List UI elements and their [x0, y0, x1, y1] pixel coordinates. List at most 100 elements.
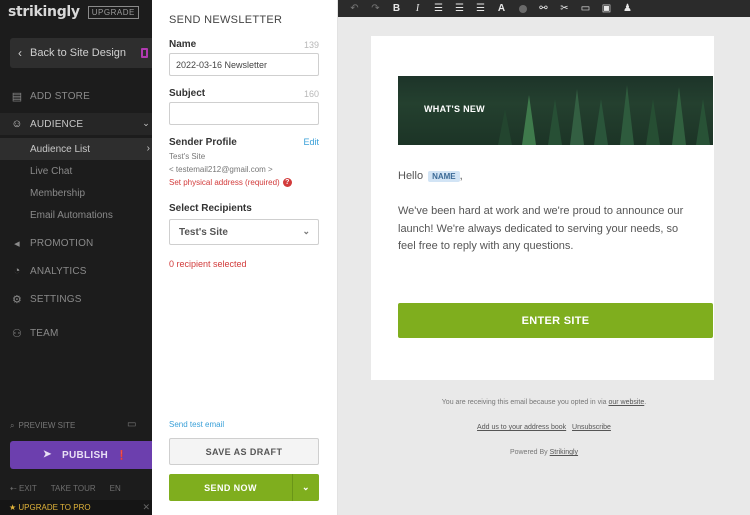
publish-label: PUBLISH [62, 449, 108, 461]
chevron-right-icon: › [146, 143, 150, 154]
our-website-link[interactable]: our website [608, 399, 644, 406]
sender-profile-label: Sender Profile [169, 137, 237, 148]
sidebar-item-label: ADD STORE [30, 90, 90, 102]
sidebar-item-promotion[interactable]: ◂ PROMOTION [0, 232, 152, 254]
sidebar-subitem-audience-list[interactable]: Audience List › [0, 138, 152, 160]
link-icon[interactable]: ⚯ [533, 0, 554, 17]
upgrade-pro-label: UPGRADE TO PRO [18, 503, 91, 512]
enter-site-button[interactable]: ENTER SITE [398, 303, 713, 338]
image-icon[interactable]: ▣ [596, 0, 617, 17]
help-icon[interactable]: ? [282, 178, 292, 187]
user-icon: ☺ [11, 118, 23, 130]
send-now-button: SEND NOW ⌄ [169, 474, 319, 501]
send-test-email-link[interactable]: Send test email [169, 420, 224, 429]
footer-optin-text: You are receiving this email because you… [441, 399, 607, 406]
team-icon: ⚇ [11, 327, 23, 340]
footer-links: Add us to your address book Unsubscribe [338, 424, 750, 431]
align-left-icon[interactable]: ☰ [428, 0, 449, 17]
sidebar-item-settings[interactable]: ⚙ SETTINGS [0, 288, 152, 310]
device-preview-toggle[interactable]: ▭ [127, 419, 136, 430]
save-as-draft-button[interactable]: SAVE AS DRAFT [169, 438, 319, 465]
sidebar-subitem-label: Live Chat [30, 165, 73, 177]
star-icon: ★ [9, 503, 17, 512]
editor-toolbar: ↶ ↷ B I ☰ ☰ ☰ A ⚯ ✂ ▭ ▣ ♟ [338, 0, 750, 17]
sidebar-header: strikingly UPGRADE [0, 0, 152, 24]
color-picker-icon[interactable] [512, 0, 533, 17]
address-book-link[interactable]: Add us to your address book [477, 424, 566, 431]
back-to-site-design-button[interactable]: ‹ Back to Site Design [10, 38, 152, 68]
back-button-label: Back to Site Design [30, 47, 126, 59]
close-icon[interactable]: ✕ [142, 502, 150, 513]
set-address-warning[interactable]: Set physical address (required) ? [169, 178, 292, 187]
recipients-select[interactable]: Test's Site ⌄ [169, 219, 319, 245]
panel-title: SEND NEWSLETTER [169, 14, 283, 26]
sidebar-subitem-membership[interactable]: Membership [0, 182, 152, 204]
email-body-text[interactable]: We've been hard at work and we're proud … [398, 203, 698, 256]
desktop-icon: ▭ [127, 419, 137, 430]
sidebar-item-label: PROMOTION [30, 237, 94, 249]
sender-email: < testemail212@gmail.com > [169, 165, 273, 174]
sidebar-item-audience[interactable]: ☺ AUDIENCE ⌄ [0, 113, 152, 135]
strikingly-logo[interactable]: strikingly [8, 4, 80, 20]
name-char-count: 139 [303, 40, 319, 50]
take-tour-link[interactable]: TAKE TOUR [51, 484, 96, 493]
recipients-label: Select Recipients [169, 203, 252, 214]
preview-site-label: PREVIEW SITE [18, 421, 76, 430]
italic-icon[interactable]: I [407, 0, 428, 17]
button-block-icon[interactable]: ▭ [575, 0, 596, 17]
align-right-icon[interactable]: ☰ [470, 0, 491, 17]
store-icon: ▤ [11, 90, 23, 103]
language-link[interactable]: EN [110, 484, 121, 493]
sidebar-subitem-label: Email Automations [30, 209, 113, 221]
unlink-icon[interactable]: ✂ [554, 0, 575, 17]
publish-button[interactable]: ➤ PUBLISH ❗ [10, 441, 152, 469]
exit-link[interactable]: ⇠ EXIT [10, 484, 37, 493]
redo-icon[interactable]: ↷ [365, 0, 386, 17]
sidebar-item-label: ANALYTICS [30, 265, 87, 277]
sidebar-footer-links: ⇠ EXIT TAKE TOUR EN [10, 484, 121, 493]
set-address-label: Set physical address (required) [169, 178, 280, 187]
bold-icon[interactable]: B [386, 0, 407, 17]
sidebar-subitem-label: Membership [30, 187, 86, 199]
send-now-main[interactable]: SEND NOW [169, 474, 292, 501]
greeting-comma: , [459, 170, 463, 182]
send-newsletter-panel: SEND NEWSLETTER Name 139 2022-03-16 News… [152, 0, 338, 515]
email-body: WHAT'S NEW Hello NAME , We've been hard … [371, 36, 714, 380]
sidebar-item-analytics[interactable]: ◔ ANALYTICS [0, 260, 152, 282]
sidebar-subitem-email-automations[interactable]: Email Automations [0, 204, 152, 226]
subject-label: Subject [169, 88, 206, 99]
gear-icon: ⚙ [11, 293, 23, 306]
chevron-down-icon: ⌄ [142, 118, 150, 128]
recipients-select-value: Test's Site [179, 226, 228, 238]
sidebar-item-team[interactable]: ⚇ TEAM [0, 322, 152, 344]
rocket-icon: ➤ [43, 449, 52, 460]
device-icon [141, 48, 148, 58]
sidebar-item-add-store[interactable]: ▤ ADD STORE [0, 85, 152, 107]
sidebar-subitem-label: Audience List [30, 143, 91, 155]
font-style-icon[interactable]: A [491, 0, 512, 17]
upgrade-badge[interactable]: UPGRADE [87, 5, 139, 19]
sidebar-subitem-live-chat[interactable]: Live Chat [0, 160, 152, 182]
name-label: Name [169, 39, 197, 50]
subject-field[interactable] [169, 102, 319, 125]
chevron-left-icon: ‹ [18, 46, 22, 60]
footer-optin: You are receiving this email because you… [338, 399, 750, 406]
subject-char-count: 160 [303, 89, 319, 99]
send-options-dropdown[interactable]: ⌄ [292, 474, 319, 501]
edit-sender-link[interactable]: Edit [303, 137, 319, 147]
align-center-icon[interactable]: ☰ [449, 0, 470, 17]
search-icon: ⌕ [10, 421, 15, 430]
personalize-icon[interactable]: ♟ [617, 0, 638, 17]
megaphone-icon: ◂ [14, 237, 20, 250]
preview-site-link[interactable]: ⌕ PREVIEW SITE [10, 421, 75, 431]
name-field[interactable]: 2022-03-16 Newsletter [169, 53, 319, 76]
sidebar-item-label: SETTINGS [30, 293, 82, 305]
strikingly-link[interactable]: Strikingly [550, 449, 578, 456]
footer-powered-by: Powered By Strikingly [338, 449, 750, 456]
unsubscribe-link[interactable]: Unsubscribe [572, 424, 611, 431]
banner-image[interactable]: WHAT'S NEW [398, 76, 713, 145]
name-merge-tag[interactable]: NAME [428, 170, 460, 182]
upgrade-to-pro-bar[interactable]: ★ UPGRADE TO PRO ✕ [0, 500, 152, 515]
undo-icon[interactable]: ↶ [344, 0, 365, 17]
greeting[interactable]: Hello NAME , [398, 170, 463, 182]
